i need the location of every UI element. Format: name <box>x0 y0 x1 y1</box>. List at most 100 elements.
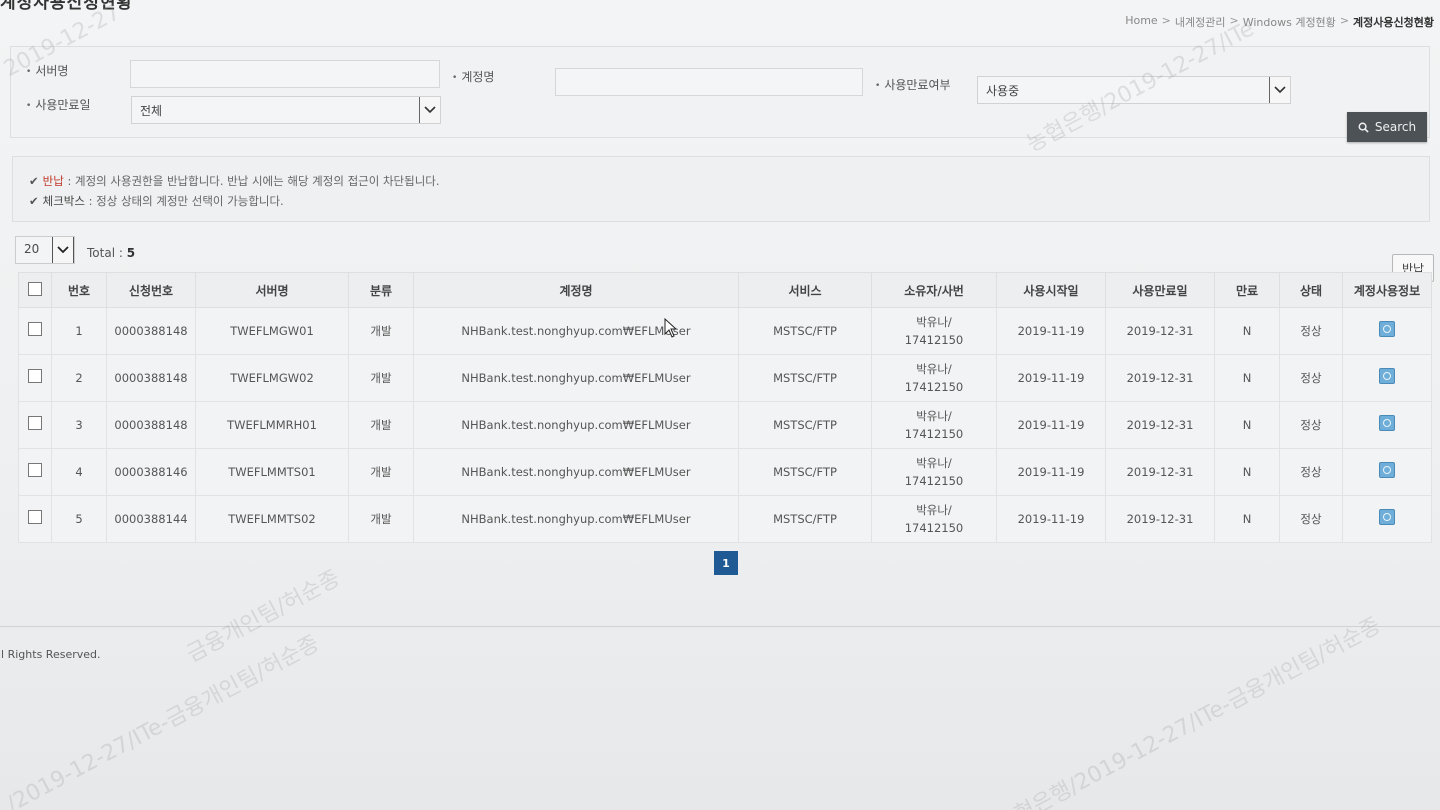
end-date: 2019-12-31 <box>1105 307 1215 355</box>
service: MSTSC/FTP <box>738 354 872 402</box>
row-number: 3 <box>51 401 107 449</box>
total-count: Total : 5 <box>87 246 136 260</box>
row-number: 4 <box>51 448 107 496</box>
server-name: TWEFLMGW02 <box>195 354 349 402</box>
watermark: 금융개인팀/허순종 <box>182 565 345 668</box>
end-date: 2019-12-31 <box>1105 495 1215 543</box>
column-header: 소유자/사번 <box>871 272 997 308</box>
end-date-label: • 사용만료일 <box>26 98 91 112</box>
category: 개발 <box>348 401 414 449</box>
category: 개발 <box>348 495 414 543</box>
mouse-cursor-icon <box>664 318 678 338</box>
server-name-label: • 서버명 <box>26 64 69 78</box>
account-info-icon[interactable] <box>1379 508 1395 525</box>
footer-copyright: ll Rights Reserved. <box>0 648 101 661</box>
owner: 박유나/17412150 <box>871 401 997 449</box>
row-checkbox[interactable] <box>28 321 42 336</box>
account-name: NHBank.test.nonghyup.com₩EFLMUser <box>413 307 739 355</box>
end-date-select[interactable]: 전체 <box>131 96 441 124</box>
table-row[interactable]: 1 0000388148 TWEFLMGW01 개발 NHBank.test.n… <box>18 307 1432 355</box>
row-checkbox[interactable] <box>28 368 42 383</box>
table-row[interactable]: 3 0000388148 TWEFLMMRH01 개발 NHBank.test.… <box>18 401 1432 449</box>
search-button-label: Search <box>1374 120 1417 134</box>
service: MSTSC/FTP <box>738 307 872 355</box>
server-name-input[interactable] <box>130 60 440 88</box>
account-info-icon[interactable] <box>1379 461 1395 478</box>
expired-flag: N <box>1214 495 1280 543</box>
row-checkbox[interactable] <box>28 462 42 477</box>
table-row[interactable]: 5 0000388144 TWEFLMMTS02 개발 NHBank.test.… <box>18 495 1432 543</box>
account-name-label: • 계정명 <box>452 70 495 84</box>
category: 개발 <box>348 448 414 496</box>
server-name: TWEFLMMTS02 <box>195 495 349 543</box>
account-info-icon[interactable] <box>1379 320 1395 337</box>
owner: 박유나/17412150 <box>871 495 997 543</box>
table-header-row: 번호 신청번호 서버명 분류 계정명 서비스 소유자/사번 사용시작일 사용만료… <box>18 272 1432 308</box>
row-checkbox[interactable] <box>28 415 42 430</box>
row-number: 5 <box>51 495 107 543</box>
bullet-icon: • <box>875 80 881 91</box>
owner: 박유나/17412150 <box>871 448 997 496</box>
breadcrumb: Home > 내계정관리 > Windows 계정현황 > 계정사용신청현황 <box>1125 14 1434 30</box>
breadcrumb-separator-icon: > <box>1339 14 1350 27</box>
account-name-input[interactable] <box>555 68 863 96</box>
page-size-select[interactable]: 20 <box>15 236 75 264</box>
chevron-down-icon[interactable] <box>52 237 74 263</box>
row-number: 2 <box>51 354 107 402</box>
request-number: 0000388148 <box>106 354 196 402</box>
server-name: TWEFLMMRH01 <box>195 401 349 449</box>
account-info-icon[interactable] <box>1379 367 1395 384</box>
table-row[interactable]: 2 0000388148 TWEFLMGW02 개발 NHBank.test.n… <box>18 354 1432 402</box>
request-number: 0000388144 <box>106 495 196 543</box>
select-all-checkbox[interactable] <box>28 281 42 296</box>
column-header: 계정명 <box>413 272 739 308</box>
pagination-page-current[interactable]: 1 <box>714 551 738 575</box>
breadcrumb-my-account[interactable]: 내계정관리 <box>1175 14 1226 30</box>
account-info-icon[interactable] <box>1379 414 1395 431</box>
table-row[interactable]: 4 0000388146 TWEFLMMTS01 개발 NHBank.test.… <box>18 448 1432 496</box>
service: MSTSC/FTP <box>738 448 872 496</box>
account-name: NHBank.test.nonghyup.com₩EFLMUser <box>413 401 739 449</box>
breadcrumb-home[interactable]: Home <box>1125 14 1157 30</box>
category: 개발 <box>348 354 414 402</box>
page-title: 계정사용신청현황 <box>0 0 134 13</box>
row-checkbox[interactable] <box>28 509 42 524</box>
check-icon: ✔ <box>29 194 39 208</box>
end-date: 2019-12-31 <box>1105 401 1215 449</box>
column-header: 분류 <box>348 272 414 308</box>
expired-status-label: • 사용만료여부 <box>875 78 951 92</box>
service: MSTSC/FTP <box>738 401 872 449</box>
category: 개발 <box>348 307 414 355</box>
account-name: NHBank.test.nonghyup.com₩EFLMUser <box>413 448 739 496</box>
status: 정상 <box>1279 354 1343 402</box>
check-icon: ✔ <box>29 174 39 188</box>
start-date: 2019-11-19 <box>996 448 1106 496</box>
column-header: 상태 <box>1279 272 1343 308</box>
chevron-down-icon[interactable] <box>1269 77 1290 103</box>
start-date: 2019-11-19 <box>996 307 1106 355</box>
footer-divider <box>0 626 1440 627</box>
start-date: 2019-11-19 <box>996 354 1106 402</box>
status: 정상 <box>1279 495 1343 543</box>
row-number: 1 <box>51 307 107 355</box>
owner: 박유나/17412150 <box>871 307 997 355</box>
account-name: NHBank.test.nonghyup.com₩EFLMUser <box>413 495 739 543</box>
notice-panel: ✔ 반납 : 계정의 사용권한을 반납합니다. 반납 시에는 해당 계정의 접근이… <box>12 156 1430 222</box>
column-header: 서비스 <box>738 272 872 308</box>
chevron-down-icon[interactable] <box>419 97 440 123</box>
request-number: 0000388146 <box>106 448 196 496</box>
expired-status-select[interactable]: 사용중 <box>977 76 1291 104</box>
request-number: 0000388148 <box>106 401 196 449</box>
start-date: 2019-11-19 <box>996 495 1106 543</box>
end-date: 2019-12-31 <box>1105 354 1215 402</box>
start-date: 2019-11-19 <box>996 401 1106 449</box>
bullet-icon: • <box>452 72 458 83</box>
bullet-icon: • <box>26 100 32 111</box>
column-header: 신청번호 <box>106 272 196 308</box>
search-icon <box>1358 122 1369 133</box>
account-table: 번호 신청번호 서버명 분류 계정명 서비스 소유자/사번 사용시작일 사용만료… <box>18 272 1432 543</box>
search-button[interactable]: Search <box>1347 112 1427 142</box>
account-name: NHBank.test.nonghyup.com₩EFLMUser <box>413 354 739 402</box>
breadcrumb-windows-account[interactable]: Windows 계정현황 <box>1243 14 1336 30</box>
checkbox-notice: ✔ 체크박스 : 정상 상태의 계정만 선택이 가능합니다. <box>29 194 284 208</box>
